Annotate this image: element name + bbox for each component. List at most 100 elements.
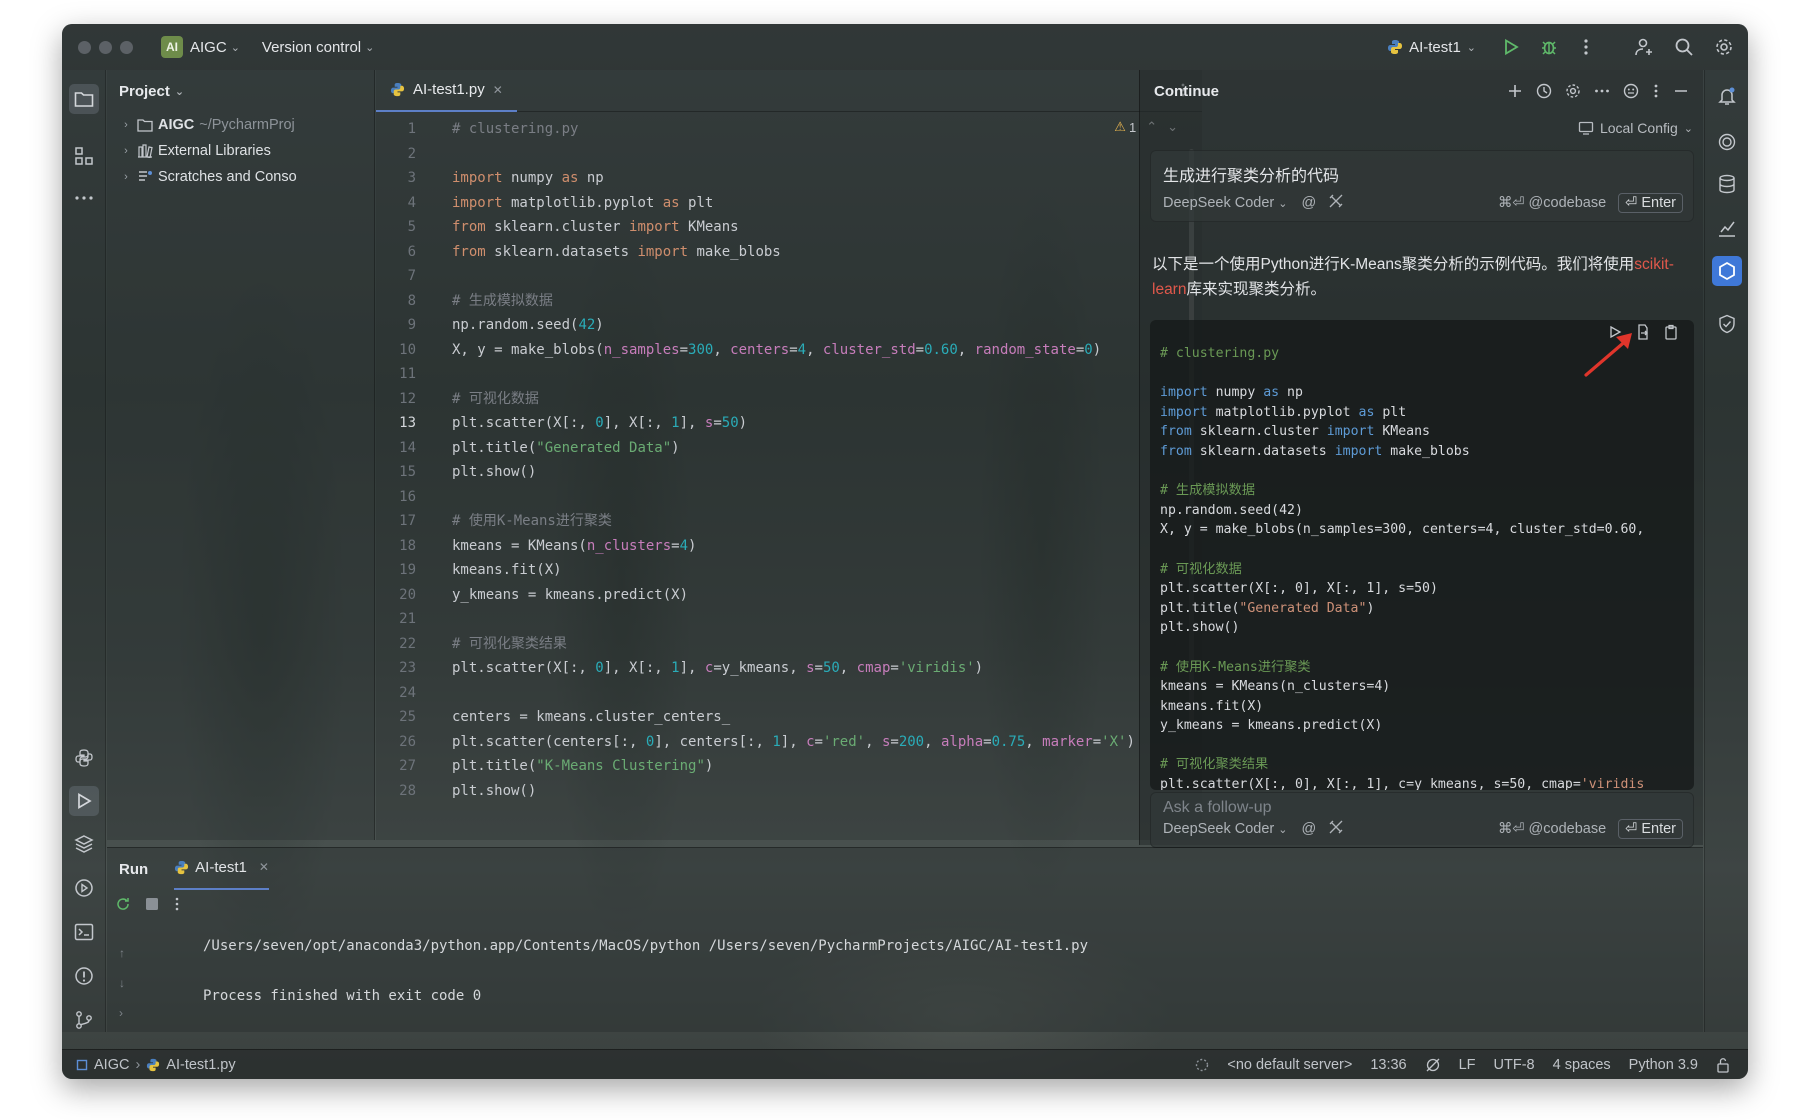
- python-interpreter[interactable]: Python 3.9: [1629, 1057, 1698, 1073]
- config-selector[interactable]: Local Config ⌄: [1578, 120, 1693, 136]
- at-mention-icon[interactable]: @: [1301, 195, 1316, 211]
- settings-gear-icon[interactable]: [1565, 83, 1581, 99]
- project-folder-icon[interactable]: [69, 84, 99, 114]
- chevron-right-icon[interactable]: ›: [115, 119, 137, 131]
- line-number[interactable]: 22: [376, 632, 416, 657]
- stop-icon[interactable]: [145, 897, 159, 911]
- close-tab-icon[interactable]: ✕: [259, 860, 269, 874]
- prompt-box[interactable]: 生成进行聚类分析的代码 DeepSeek Coder ⌄ @ ⌘⏎ @codeb…: [1150, 150, 1694, 222]
- structure-icon[interactable]: [72, 144, 96, 168]
- notifications-bell-icon[interactable]: [1715, 84, 1739, 108]
- line-number[interactable]: 26: [376, 730, 416, 755]
- line-number[interactable]: 4: [376, 191, 416, 216]
- chevron-right-icon[interactable]: ›: [119, 998, 125, 1028]
- file-encoding[interactable]: UTF-8: [1494, 1057, 1535, 1073]
- line-number[interactable]: 19: [376, 558, 416, 583]
- database-icon[interactable]: [1715, 172, 1739, 196]
- no-inspection-icon[interactable]: [1425, 1057, 1441, 1073]
- tree-item-project-root[interactable]: › AIGC ~/PycharmProj: [107, 112, 374, 138]
- chevron-right-icon[interactable]: ›: [115, 145, 137, 157]
- line-number[interactable]: 1: [376, 117, 416, 142]
- breadcrumb-project[interactable]: AIGC: [94, 1057, 129, 1073]
- line-number[interactable]: 14: [376, 436, 416, 461]
- zoom-window-button[interactable]: [120, 40, 133, 54]
- line-ending[interactable]: LF: [1459, 1057, 1476, 1073]
- editor-tab[interactable]: AI-test1.py ✕: [376, 70, 517, 112]
- add-user-icon[interactable]: [1634, 37, 1654, 57]
- line-number[interactable]: 27: [376, 754, 416, 779]
- codebase-hint[interactable]: ⌘⏎ @codebase: [1498, 195, 1606, 211]
- more-vertical-icon[interactable]: [1578, 38, 1594, 56]
- unlock-icon[interactable]: [1716, 1057, 1730, 1073]
- close-window-button[interactable]: [78, 40, 91, 54]
- more-horizontal-icon[interactable]: [1594, 88, 1610, 94]
- vcs-menu[interactable]: Version control ⌄: [262, 39, 374, 56]
- services-icon[interactable]: [72, 876, 96, 900]
- line-number[interactable]: 20: [376, 583, 416, 608]
- line-number[interactable]: 28: [376, 779, 416, 804]
- line-number[interactable]: 5: [376, 215, 416, 240]
- project-switcher[interactable]: AIGC ⌄: [190, 39, 240, 56]
- code-editor[interactable]: ⚠ 1 ⌃ ⌄ 12345678910111213141516171819202…: [376, 113, 1202, 840]
- more-vertical-icon[interactable]: [1652, 83, 1660, 99]
- cursor-position[interactable]: 13:36: [1370, 1057, 1406, 1073]
- continue-plugin-icon[interactable]: [1712, 256, 1742, 286]
- git-branch-icon[interactable]: [72, 1008, 96, 1032]
- line-number[interactable]: 12: [376, 387, 416, 412]
- tools-icon[interactable]: [1328, 193, 1344, 213]
- model-selector[interactable]: DeepSeek Coder ⌄: [1163, 195, 1287, 211]
- enter-button[interactable]: ⏎ Enter: [1618, 193, 1683, 213]
- line-number[interactable]: 17: [376, 509, 416, 534]
- line-number[interactable]: 2: [376, 142, 416, 167]
- sciview-icon[interactable]: [1715, 216, 1739, 240]
- terminal-icon[interactable]: [72, 920, 96, 944]
- emoji-icon[interactable]: [1623, 83, 1639, 99]
- history-icon[interactable]: [1536, 83, 1552, 99]
- followup-box[interactable]: Ask a follow-up DeepSeek Coder ⌄ @ ⌘⏎ @c…: [1150, 792, 1694, 848]
- run-tool-icon[interactable]: [69, 786, 99, 816]
- line-number[interactable]: 16: [376, 485, 416, 510]
- ai-assistant-icon[interactable]: [1715, 130, 1739, 154]
- line-number[interactable]: 10: [376, 338, 416, 363]
- at-mention-icon[interactable]: @: [1301, 821, 1316, 837]
- followup-input[interactable]: Ask a follow-up: [1163, 799, 1272, 817]
- close-tab-icon[interactable]: ✕: [493, 83, 503, 97]
- debug-icon[interactable]: [1540, 38, 1558, 56]
- line-number[interactable]: 21: [376, 607, 416, 632]
- more-horizontal-icon[interactable]: [72, 186, 96, 210]
- search-icon[interactable]: [1674, 37, 1694, 57]
- line-number[interactable]: 13: [376, 411, 416, 436]
- tree-item-external-libraries[interactable]: › External Libraries: [107, 138, 374, 164]
- line-number[interactable]: 15: [376, 460, 416, 485]
- line-number[interactable]: 23: [376, 656, 416, 681]
- tree-item-scratches[interactable]: › Scratches and Conso: [107, 164, 374, 190]
- line-number[interactable]: 9: [376, 313, 416, 338]
- model-selector[interactable]: DeepSeek Coder ⌄: [1163, 821, 1287, 837]
- line-number[interactable]: 18: [376, 534, 416, 559]
- run-config-selector[interactable]: AI-test1 ⌄: [1387, 39, 1476, 56]
- indent-setting[interactable]: 4 spaces: [1553, 1057, 1611, 1073]
- line-number[interactable]: 25: [376, 705, 416, 730]
- rerun-icon[interactable]: [115, 896, 131, 912]
- line-number[interactable]: 24: [376, 681, 416, 706]
- scroll-down-icon[interactable]: ↓: [119, 968, 125, 998]
- minimize-panel-icon[interactable]: [1673, 83, 1689, 99]
- enter-button[interactable]: ⏎ Enter: [1618, 819, 1683, 839]
- problems-icon[interactable]: [72, 964, 96, 988]
- line-number[interactable]: 6: [376, 240, 416, 265]
- line-number[interactable]: 3: [376, 166, 416, 191]
- plus-icon[interactable]: [1507, 83, 1523, 99]
- shield-check-icon[interactable]: [1715, 312, 1739, 336]
- run-icon[interactable]: [1502, 38, 1520, 56]
- codebase-hint[interactable]: ⌘⏎ @codebase: [1498, 821, 1606, 837]
- settings-gear-icon[interactable]: [1714, 37, 1734, 57]
- chevron-right-icon[interactable]: ›: [115, 171, 137, 183]
- line-number[interactable]: 11: [376, 362, 416, 387]
- more-vertical-icon[interactable]: [173, 896, 181, 912]
- line-number[interactable]: 7: [376, 264, 416, 289]
- layers-icon[interactable]: [72, 832, 96, 856]
- line-number[interactable]: 8: [376, 289, 416, 314]
- run-tab[interactable]: AI-test1 ✕: [174, 848, 269, 890]
- minimize-window-button[interactable]: [99, 40, 112, 54]
- project-panel-header[interactable]: Project ⌄: [107, 70, 374, 112]
